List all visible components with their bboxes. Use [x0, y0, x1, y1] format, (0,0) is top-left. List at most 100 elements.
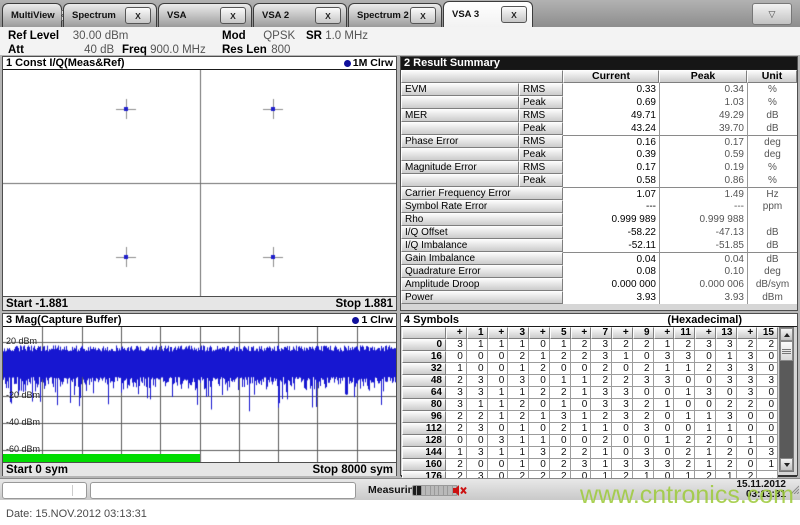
result-current-value: 0.33 [563, 83, 659, 96]
symbol-cell: 0 [695, 351, 716, 363]
symbols-row: 03111012322123322 [402, 339, 778, 351]
scrollbar-thumb[interactable] [780, 341, 793, 361]
tab-close-button[interactable]: X [220, 7, 246, 24]
symbols-col-header: + [612, 327, 633, 339]
result-row: Power 3.93 3.93 dBm [401, 291, 797, 304]
symbols-col-header: 3 [508, 327, 529, 339]
symbol-cell: 1 [487, 399, 509, 411]
freq-label: Freq [122, 44, 147, 56]
mag-ytick-label: -20 dBm [6, 390, 41, 400]
symbol-cell: 1 [487, 447, 509, 459]
result-unit: dB [747, 109, 797, 122]
symbol-cell: 1 [508, 459, 529, 471]
result-subname: RMS [519, 135, 563, 148]
symbol-cell: 1 [508, 447, 529, 459]
result-name [401, 96, 519, 109]
result-subname: Peak [519, 148, 563, 161]
footer-date-label: Date: 15.NOV.2012 03:13:31 [6, 508, 147, 520]
result-peak-value: 0.10 [659, 265, 747, 278]
result-name: Amplitude Droop [401, 278, 563, 291]
symbol-cell: 0 [715, 435, 737, 447]
symbols-window-titlebar[interactable]: 4 Symbols (Hexadecimal) [401, 314, 797, 327]
symbol-cell: 2 [591, 411, 612, 423]
symbol-cell: 1 [674, 411, 695, 423]
symbol-cell: 1 [570, 423, 592, 435]
symbol-cell: 3 [695, 339, 716, 351]
tab-close-button[interactable]: X [501, 6, 527, 23]
result-current-value: 0.16 [563, 135, 659, 148]
symbols-scrollbar[interactable] [779, 327, 794, 472]
symbol-cell: 0 [487, 363, 509, 375]
symbol-cell: 2 [529, 363, 550, 375]
result-row: Symbol Rate Error --- --- ppm [401, 200, 797, 213]
symbols-window: 4 Symbols (Hexadecimal) +1 +3 +5 +7 +9 +11 +13… [400, 313, 798, 483]
symbol-cell: 0 [529, 399, 550, 411]
symbol-cell: 2 [736, 399, 758, 411]
result-row: EVM RMS 0.33 0.34% [401, 83, 797, 96]
symbol-cell: 3 [632, 375, 654, 387]
scrollbar-track[interactable] [780, 361, 793, 458]
scroll-down-button[interactable] [780, 458, 793, 471]
symbol-cell: 1 [446, 447, 467, 459]
symbols-row: 48 2 3 0 3 0 1 1 2 2 3 3 0 0 3 3 3 [402, 375, 778, 387]
tab-spectrum[interactable]: Spectrum X [63, 3, 157, 27]
result-unit: dBm [747, 291, 797, 304]
tab-close-button[interactable]: X [410, 7, 436, 24]
symbol-cell: 0 [653, 387, 675, 399]
mag-plot-area[interactable]: 20 dBm -20 dBm -40 dBm -60 dBm [3, 327, 396, 462]
symbol-cell: 0 [487, 375, 509, 387]
tab-vsa-2[interactable]: VSA 2 X [253, 3, 347, 27]
rs-header-current: Current [563, 70, 659, 83]
symbol-cell: 3 [715, 411, 737, 423]
symbol-cell: 3 [466, 387, 488, 399]
tab-close-button[interactable]: X [125, 7, 151, 24]
symbol-cell: 1 [508, 435, 529, 447]
tab-close-button[interactable]: X [315, 7, 341, 24]
result-row: Peak 0.39 0.59 deg [401, 148, 797, 161]
mod-value: QPSK [263, 30, 296, 42]
tab-multiview[interactable]: MultiView [2, 3, 72, 27]
result-name: Quadrature Error [401, 265, 563, 278]
symbols-row-header: 64 [402, 387, 446, 399]
symbol-cell: 3 [757, 375, 778, 387]
symbols-row: 64 3 3 1 1 2 2 1 3 3 0 0 1 3 0 3 0 [402, 387, 778, 399]
result-unit: deg [747, 148, 797, 161]
symbol-cell: 2 [632, 399, 654, 411]
const-plot-area[interactable] [3, 70, 396, 296]
symbol-cell: 0 [653, 411, 675, 423]
symbol-cell: 2 [591, 363, 612, 375]
symbol-cell: 2 [529, 387, 550, 399]
symbols-row-header: 144 [402, 447, 446, 459]
symbol-cell: 0 [653, 423, 675, 435]
symbol-cell: 3 [653, 375, 675, 387]
mag-canvas[interactable] [3, 327, 396, 462]
symbol-cell: 1 [487, 411, 509, 423]
result-current-value: -58.22 [563, 226, 659, 239]
symbol-cell: 3 [446, 387, 467, 399]
sr-label: SR [306, 30, 322, 42]
mag-capture-window: 3 Mag(Capture Buffer) 1 Clrw 20 dBm -20 d… [2, 313, 397, 476]
symbol-cell: 3 [446, 339, 467, 351]
tab-vsa-3[interactable]: VSA 3 X [443, 1, 533, 27]
tab-overflow-button[interactable]: ▽ [752, 3, 792, 25]
symbol-cell: 0 [570, 399, 592, 411]
mag-window-titlebar[interactable]: 3 Mag(Capture Buffer) 1 Clrw [3, 314, 396, 327]
symbol-cell: 0 [757, 411, 778, 423]
tab-vsa[interactable]: VSA X [158, 3, 252, 27]
att-label: Att [8, 44, 24, 56]
symbols-row-header: 128 [402, 435, 446, 447]
result-unit: % [747, 83, 797, 96]
symbol-cell: 3 [715, 363, 737, 375]
const-window-titlebar[interactable]: 1 Const I/Q(Meas&Ref) 1M Clrw [3, 57, 396, 70]
const-canvas[interactable] [3, 70, 396, 296]
result-row: Quadrature Error 0.08 0.10 deg [401, 265, 797, 278]
symbol-cell: 3 [632, 423, 654, 435]
symbol-cell: 1 [757, 459, 778, 471]
result-summary-titlebar[interactable]: 2 Result Summary [401, 57, 797, 70]
tab-spectrum-2[interactable]: Spectrum 2X [348, 3, 442, 27]
symbol-cell: 0 [487, 459, 509, 471]
result-name: Power [401, 291, 563, 304]
symbol-cell: 2 [508, 351, 529, 363]
symbol-cell: 2 [446, 423, 467, 435]
scroll-up-button[interactable] [780, 328, 793, 341]
